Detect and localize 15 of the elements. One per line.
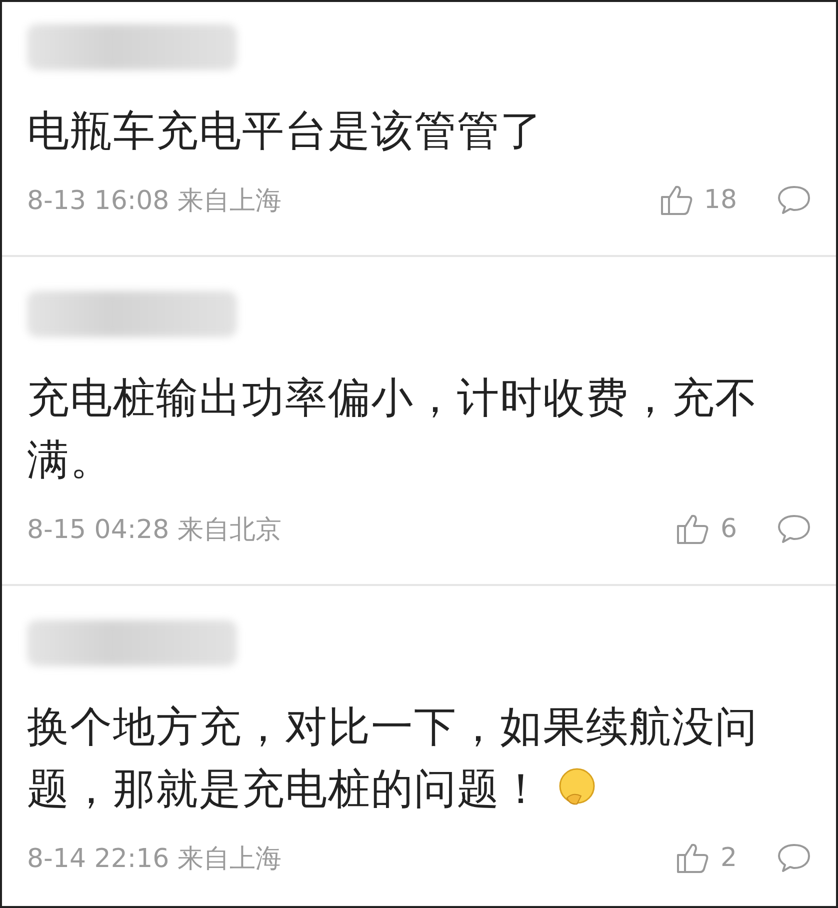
- comment-time-location: 8-15 04:28 来自北京: [27, 514, 282, 546]
- thumbs-up-icon[interactable]: [676, 842, 710, 874]
- comment-icon[interactable]: [777, 514, 811, 544]
- comment-text: 电瓶车充电平台是该管管了: [27, 106, 543, 155]
- thumbs-up-icon[interactable]: [676, 513, 710, 545]
- comment-text: 换个地方充，对比一下，如果续航没问题，那就是充电桩的问题！: [27, 702, 758, 813]
- comment-icon[interactable]: [777, 843, 811, 873]
- comment-time-location: 8-14 22:16 来自上海: [27, 842, 282, 876]
- comment-icon[interactable]: [777, 185, 811, 215]
- comment-text: 充电桩输出功率偏小，计时收费，充不满。: [27, 373, 758, 484]
- thumbs-up-icon[interactable]: [660, 184, 694, 216]
- like-count: 18: [704, 185, 737, 215]
- comment-time-location: 8-13 16:08 来自上海: [27, 184, 282, 218]
- like-count: 2: [720, 843, 737, 873]
- like-count: 6: [720, 514, 737, 544]
